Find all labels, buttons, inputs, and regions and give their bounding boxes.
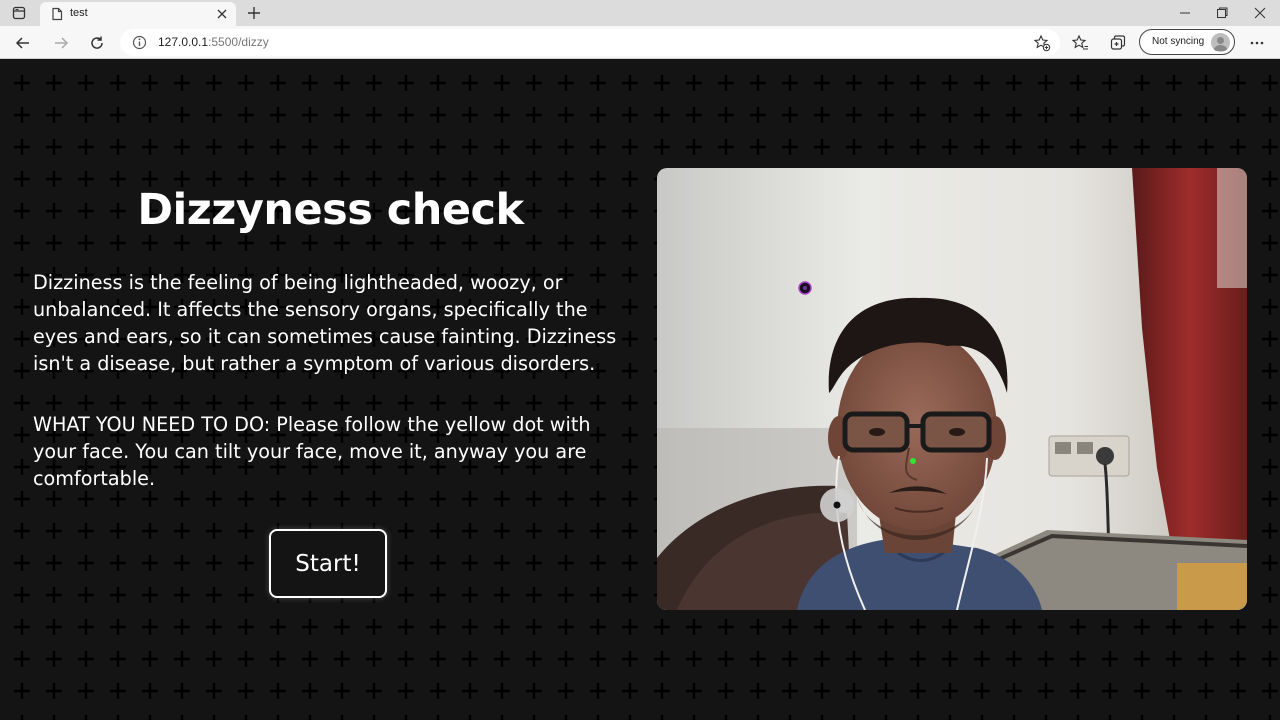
more-button[interactable]	[1244, 31, 1270, 55]
webcam-image	[657, 168, 1247, 610]
intro-section: Dizzyness check Dizziness is the feeling…	[33, 184, 628, 492]
favorites-icon	[1071, 34, 1088, 50]
url-host: 127.0.0.1	[158, 35, 209, 49]
star-plus-icon[interactable]	[1032, 33, 1052, 53]
page-title: Dizzyness check	[137, 185, 524, 235]
maximize-icon	[1217, 7, 1228, 18]
browser-tab[interactable]: test	[40, 2, 236, 26]
tab-actions-icon[interactable]	[10, 5, 28, 21]
sync-label: Not syncing	[1152, 36, 1205, 47]
back-button[interactable]	[10, 31, 36, 55]
more-icon	[1250, 41, 1264, 45]
url-text[interactable]: 127.0.0.1:5500/dizzy	[158, 35, 269, 49]
forward-arrow-icon	[55, 37, 69, 49]
profile-sync-button[interactable]: Not syncing	[1139, 29, 1235, 55]
back-arrow-icon	[15, 37, 29, 49]
minimize-icon	[1180, 12, 1190, 14]
collections-icon	[1110, 35, 1126, 50]
refresh-icon	[91, 36, 103, 49]
new-tab-button[interactable]	[244, 4, 264, 22]
window-close-button[interactable]	[1237, 0, 1280, 26]
page-icon	[50, 7, 64, 21]
collections-button[interactable]	[1106, 31, 1130, 55]
plus-icon	[248, 7, 260, 19]
avatar-icon	[1211, 33, 1230, 52]
info-icon[interactable]	[132, 35, 147, 50]
description-text: Dizziness is the feeling of being lighth…	[33, 271, 617, 375]
browser-toolbar: 127.0.0.1:5500/dizzy Not syncing	[0, 26, 1280, 59]
tab-bar: test	[0, 0, 1280, 26]
tab-title: test	[70, 7, 88, 19]
window-close-icon	[1254, 7, 1266, 19]
favorites-button[interactable]	[1068, 31, 1092, 55]
instructions-text: WHAT YOU NEED TO DO: Please follow the y…	[33, 413, 591, 490]
address-bar[interactable]: 127.0.0.1:5500/dizzy	[120, 29, 1060, 56]
webcam-feed	[657, 168, 1247, 610]
page-viewport: Dizzyness check Dizziness is the feeling…	[0, 59, 1280, 720]
url-path: :5500/dizzy	[208, 35, 269, 49]
forward-button[interactable]	[48, 31, 74, 55]
refresh-button[interactable]	[84, 31, 110, 55]
start-button[interactable]: Start!	[269, 529, 387, 598]
nose-landmark-dot	[910, 458, 916, 464]
close-icon[interactable]	[214, 6, 230, 22]
